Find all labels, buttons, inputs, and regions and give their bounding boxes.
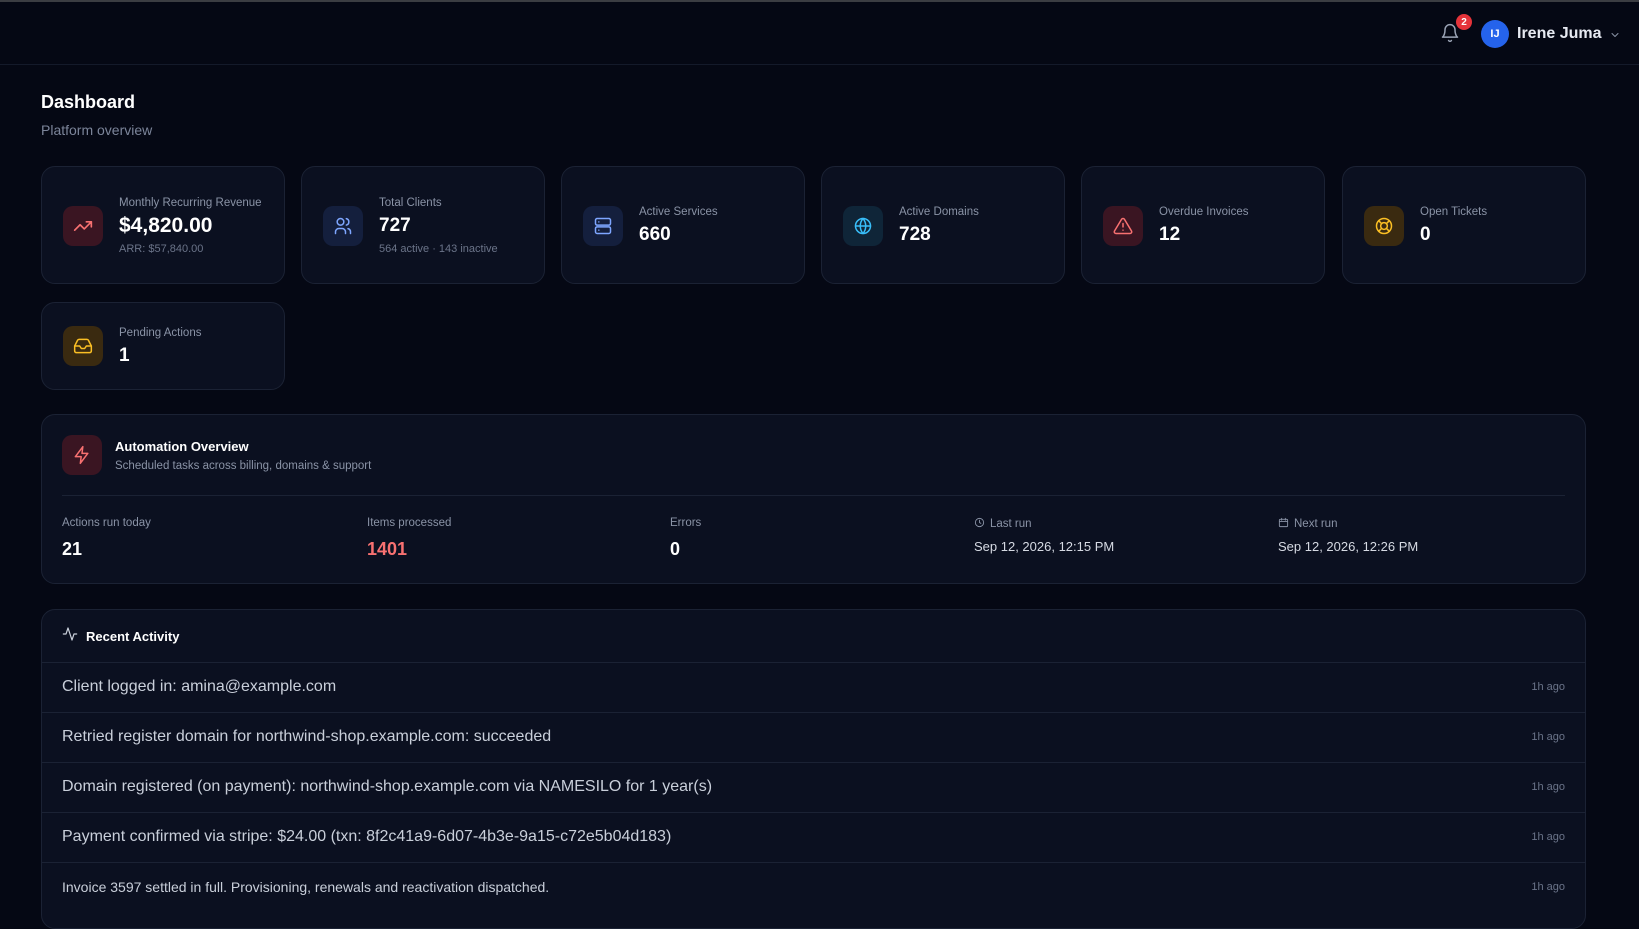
user-menu[interactable]: IJ Irene Juma	[1481, 20, 1621, 48]
card-value: 12	[1159, 223, 1181, 245]
card-subtext: ARR: $57,840.00	[119, 242, 204, 255]
stat-label: Next run	[1294, 518, 1338, 530]
card-value: 0	[1420, 223, 1431, 245]
stat-label: Actions run today	[62, 517, 151, 529]
activity-text: Payment confirmed via stripe: $24.00 (tx…	[62, 828, 672, 845]
list-item[interactable]: Domain registered (on payment): northwin…	[42, 762, 1585, 812]
card-value: $4,820.00	[119, 213, 213, 237]
card-value: 660	[639, 223, 671, 245]
inbox-icon	[63, 326, 103, 366]
user-name: Irene Juma	[1517, 25, 1602, 42]
card-pending-actions[interactable]: Pending Actions 1	[41, 302, 285, 390]
card-label: Monthly Recurring Revenue	[119, 196, 262, 209]
top-bar: 2 IJ Irene Juma	[0, 2, 1639, 65]
activity-time: 1h ago	[1531, 681, 1565, 693]
activity-text: Client logged in: amina@example.com	[62, 678, 337, 695]
activity-list: Client logged in: amina@example.com 1h a…	[42, 662, 1585, 912]
stat-next-run: Next run Sep 12, 2026, 12:26 PM	[1278, 517, 1418, 554]
list-item[interactable]: Payment confirmed via stripe: $24.00 (tx…	[42, 812, 1585, 862]
card-mrr[interactable]: Monthly Recurring Revenue $4,820.00 ARR:…	[41, 166, 285, 284]
automation-overview-panel: Automation Overview Scheduled tasks acro…	[41, 414, 1586, 584]
stat-label: Errors	[670, 517, 702, 529]
stat-value: 1401	[367, 539, 408, 559]
card-value: 728	[899, 223, 931, 245]
avatar: IJ	[1481, 20, 1509, 48]
stat-label: Last run	[990, 518, 1032, 530]
activity-time: 1h ago	[1531, 881, 1565, 893]
recent-activity-panel: Recent Activity Client logged in: amina@…	[41, 609, 1586, 929]
card-value: 727	[379, 214, 411, 236]
calendar-icon	[1278, 517, 1289, 531]
list-item[interactable]: Retried register domain for northwind-sh…	[42, 712, 1585, 762]
notification-badge: 2	[1456, 14, 1472, 30]
card-label: Overdue Invoices	[1159, 205, 1249, 218]
users-icon	[323, 206, 363, 246]
list-item[interactable]: Invoice 3597 settled in full. Provisioni…	[42, 862, 1585, 912]
stat-time: Sep 12, 2026, 12:26 PM	[1278, 539, 1419, 554]
server-icon	[583, 206, 623, 246]
stat-value: 21	[62, 539, 83, 559]
stat-items-processed: Items processed 1401	[367, 517, 451, 560]
divider	[62, 495, 1565, 496]
list-item[interactable]: Client logged in: amina@example.com 1h a…	[42, 662, 1585, 712]
page-subtitle: Platform overview	[41, 122, 153, 138]
card-value: 1	[119, 344, 130, 366]
page-title: Dashboard	[41, 92, 136, 112]
card-subtext: 564 active · 143 inactive	[379, 242, 498, 255]
activity-time: 1h ago	[1531, 781, 1565, 793]
stat-label: Items processed	[367, 517, 452, 529]
activity-title: Recent Activity	[86, 629, 180, 644]
stat-last-run: Last run Sep 12, 2026, 12:15 PM	[974, 517, 1114, 554]
stat-errors: Errors 0	[670, 517, 701, 560]
stat-value: 0	[670, 539, 681, 559]
activity-icon	[62, 626, 78, 647]
trending-up-icon	[63, 206, 103, 246]
zap-icon	[62, 435, 102, 475]
card-label: Active Services	[639, 205, 718, 218]
card-open-tickets[interactable]: Open Tickets 0	[1342, 166, 1586, 284]
clock-icon	[974, 517, 985, 531]
activity-text: Retried register domain for northwind-sh…	[62, 728, 552, 745]
card-total-clients[interactable]: Total Clients 727 564 active · 143 inact…	[301, 166, 545, 284]
globe-icon	[843, 206, 883, 246]
activity-text: Domain registered (on payment): northwin…	[62, 778, 713, 795]
life-buoy-icon	[1364, 206, 1404, 246]
card-label: Total Clients	[379, 196, 442, 209]
automation-title: Automation Overview	[115, 439, 249, 454]
activity-time: 1h ago	[1531, 831, 1565, 843]
card-label: Active Domains	[899, 205, 979, 218]
card-overdue-invoices[interactable]: Overdue Invoices 12	[1081, 166, 1325, 284]
activity-text: Invoice 3597 settled in full. Provisioni…	[62, 879, 550, 895]
activity-time: 1h ago	[1531, 731, 1565, 743]
chevron-down-icon	[1609, 28, 1621, 40]
stat-actions-run: Actions run today 21	[62, 517, 151, 560]
stat-time: Sep 12, 2026, 12:15 PM	[974, 539, 1115, 554]
card-active-domains[interactable]: Active Domains 728	[821, 166, 1065, 284]
alert-triangle-icon	[1103, 206, 1143, 246]
automation-subtitle: Scheduled tasks across billing, domains …	[115, 460, 372, 472]
card-active-services[interactable]: Active Services 660	[561, 166, 805, 284]
card-label: Pending Actions	[119, 326, 202, 339]
card-label: Open Tickets	[1420, 205, 1488, 218]
